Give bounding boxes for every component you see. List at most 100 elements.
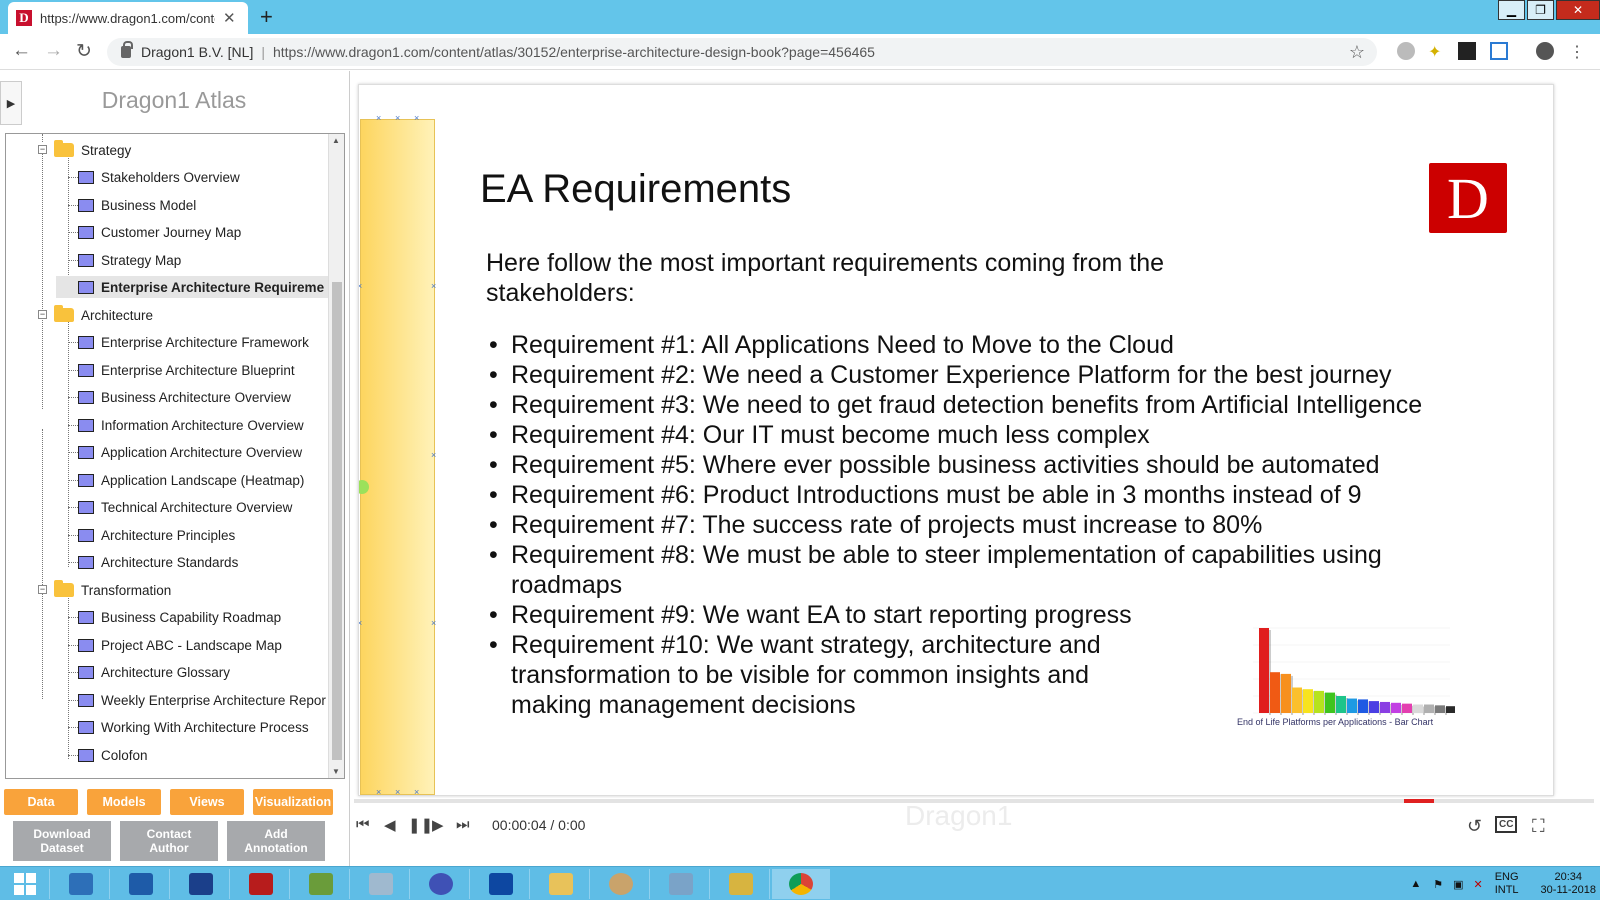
green-dot-handle[interactable]: [359, 480, 369, 494]
tree-folder-transformation[interactable]: Transformation: [54, 579, 171, 601]
fullscreen-icon[interactable]: ⛶: [1532, 816, 1545, 837]
collapse-toggle-icon[interactable]: −: [38, 585, 47, 594]
taskbar-app[interactable]: [592, 869, 650, 899]
tree-folder-strategy[interactable]: Strategy: [54, 139, 131, 161]
tree-folder-architecture[interactable]: Architecture: [54, 304, 153, 326]
volume-muted-icon[interactable]: ✕: [1473, 878, 1482, 891]
close-tab-icon[interactable]: ✕: [223, 9, 236, 27]
taskbar-app-active[interactable]: [772, 869, 830, 899]
taskbar-app[interactable]: [652, 869, 710, 899]
yellow-sidebar-shape[interactable]: [359, 119, 435, 795]
views-button[interactable]: Views: [170, 789, 244, 815]
taskbar-app[interactable]: [352, 869, 410, 899]
tree-item[interactable]: Project ABC - Landscape Map: [78, 634, 282, 656]
tree-item[interactable]: Architecture Glossary: [78, 661, 230, 683]
extension-circle-icon[interactable]: [1397, 42, 1415, 60]
tree-item[interactable]: Application Landscape (Heatmap): [78, 469, 304, 491]
selection-handle-icon[interactable]: ×: [431, 618, 436, 628]
models-button[interactable]: Models: [87, 789, 161, 815]
tree-item[interactable]: Business Architecture Overview: [78, 386, 291, 408]
tree-item[interactable]: Strategy Map: [78, 249, 181, 271]
tree-item[interactable]: Application Architecture Overview: [78, 441, 302, 463]
taskbar-app[interactable]: [172, 869, 230, 899]
tree-item[interactable]: Working With Architecture Process: [78, 716, 309, 738]
taskbar-app[interactable]: [232, 869, 290, 899]
new-tab-button[interactable]: +: [260, 4, 273, 30]
tree-item[interactable]: Business Model: [78, 194, 196, 216]
taskbar-app[interactable]: [112, 869, 170, 899]
visualization-button[interactable]: Visualization: [253, 789, 333, 815]
selection-handle-icon[interactable]: ×: [359, 281, 362, 291]
selection-handle-icon[interactable]: ×: [414, 787, 419, 795]
forward-icon[interactable]: →: [44, 40, 63, 62]
tree-item[interactable]: Enterprise Architecture Blueprint: [78, 359, 295, 381]
previous-icon[interactable]: ◀: [384, 816, 396, 834]
taskbar-app[interactable]: [532, 869, 590, 899]
bookmark-star-icon[interactable]: ☆: [1349, 42, 1365, 63]
scrollbar-thumb[interactable]: [332, 282, 342, 760]
start-button[interactable]: [0, 869, 50, 899]
bar-chart-thumbnail[interactable]: [1235, 613, 1455, 733]
tree-item[interactable]: Stakeholders Overview: [78, 166, 240, 188]
extension-screen-icon[interactable]: [1490, 42, 1508, 60]
minimize-icon[interactable]: ▁: [1498, 0, 1525, 20]
collapse-toggle-icon[interactable]: −: [38, 310, 47, 319]
extension-check-icon[interactable]: [1458, 42, 1476, 60]
taskbar-app[interactable]: [52, 869, 110, 899]
data-button[interactable]: Data: [4, 789, 78, 815]
tray-expand-icon[interactable]: ▲: [1410, 878, 1421, 890]
menu-kebab-icon[interactable]: ⋮: [1568, 42, 1586, 61]
reload-icon[interactable]: ↻: [76, 40, 92, 63]
selection-handle-icon[interactable]: ×: [376, 113, 381, 123]
contact-author-button[interactable]: Contact Author: [120, 821, 218, 861]
selection-handle-icon[interactable]: ×: [395, 787, 400, 795]
tree-item[interactable]: Architecture Standards: [78, 551, 238, 573]
skip-to-start-icon[interactable]: ⏮: [356, 816, 370, 833]
tree-connector: [68, 617, 78, 618]
tree-item[interactable]: Business Capability Roadmap: [78, 606, 281, 628]
tree-item-selected[interactable]: Enterprise Architecture Requireme: [56, 276, 328, 298]
flag-icon[interactable]: ⚑: [1433, 878, 1443, 891]
tree-item[interactable]: Technical Architecture Overview: [78, 496, 292, 518]
scroll-down-icon[interactable]: ▼: [332, 767, 340, 776]
tree-item[interactable]: Weekly Enterprise Architecture Repor: [78, 689, 326, 711]
taskbar-app[interactable]: [712, 869, 770, 899]
url-input[interactable]: Dragon1 B.V. [NL] | https://www.dragon1.…: [107, 38, 1377, 66]
tree-item[interactable]: Architecture Principles: [78, 524, 235, 546]
download-dataset-button[interactable]: Download Dataset: [13, 821, 111, 861]
play-icon[interactable]: ▶: [432, 816, 444, 834]
selection-handle-icon[interactable]: ×: [431, 281, 436, 291]
tree-item[interactable]: Customer Journey Map: [78, 221, 241, 243]
back-icon[interactable]: ←: [12, 40, 31, 62]
taskbar-app[interactable]: [472, 869, 530, 899]
selection-handle-icon[interactable]: ×: [431, 450, 436, 460]
collapse-panel-button[interactable]: ▶: [0, 81, 22, 125]
taskbar-app[interactable]: [292, 869, 350, 899]
close-window-icon[interactable]: ✕: [1556, 0, 1600, 20]
tree-item[interactable]: Colofon: [78, 744, 148, 766]
pause-icon[interactable]: ❚❚: [408, 816, 433, 834]
page-icon: [78, 445, 94, 459]
taskbar-app[interactable]: [412, 869, 470, 899]
tree-item[interactable]: Enterprise Architecture Framework: [78, 331, 309, 353]
tree-connector: [68, 205, 78, 206]
restore-icon[interactable]: ❐: [1527, 0, 1554, 20]
selection-handle-icon[interactable]: ×: [414, 113, 419, 123]
replay-icon[interactable]: ↺: [1467, 816, 1482, 837]
tree-item[interactable]: Information Architecture Overview: [78, 414, 304, 436]
language-indicator[interactable]: ENG INTL: [1495, 871, 1519, 897]
collapse-toggle-icon[interactable]: −: [38, 145, 47, 154]
tree-scrollbar[interactable]: ▲ ▼: [328, 134, 344, 778]
selection-handle-icon[interactable]: ×: [359, 618, 362, 628]
extension-pin-icon[interactable]: ✦: [1428, 42, 1446, 61]
add-annotation-button[interactable]: Add Annotation: [227, 821, 325, 861]
profile-avatar-icon[interactable]: [1536, 42, 1554, 60]
browser-tab[interactable]: D https://www.dragon1.com/conte ✕: [8, 2, 248, 34]
selection-handle-icon[interactable]: ×: [395, 113, 400, 123]
selection-handle-icon[interactable]: ×: [376, 787, 381, 795]
scroll-up-icon[interactable]: ▲: [332, 136, 340, 145]
clock[interactable]: 20:34 30-11-2018: [1541, 871, 1596, 897]
skip-to-end-icon[interactable]: ⏭: [456, 816, 470, 833]
closed-captions-icon[interactable]: CC: [1495, 816, 1518, 833]
network-icon[interactable]: ▣: [1453, 878, 1463, 891]
